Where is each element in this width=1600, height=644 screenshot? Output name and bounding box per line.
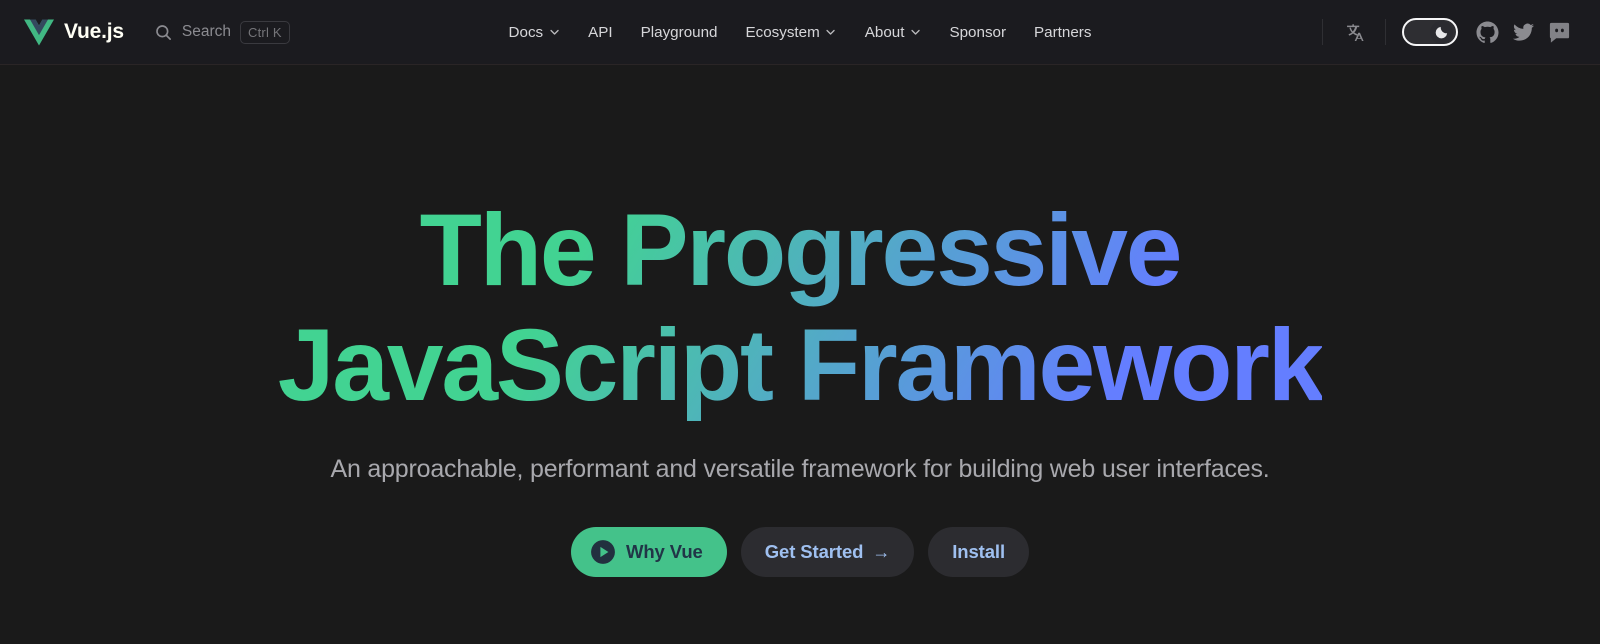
nav-item-about[interactable]: About [851,12,936,52]
navbar-left-cluster: Vue.js Search Ctrl K [24,17,290,48]
brand-name: Vue.js [64,20,124,43]
moon-icon [1430,21,1453,44]
nav-item-partners[interactable]: Partners [1020,12,1105,52]
github-icon[interactable] [1470,15,1504,49]
hero-title-line-2: JavaScript Framework [277,308,1323,423]
install-button[interactable]: Install [928,526,1030,577]
nav-item-label: Partners [1034,23,1092,41]
navbar-right-cluster [1308,15,1576,49]
nav-item-label: Ecosystem [745,23,820,41]
search-label: Search [181,23,232,40]
install-label: Install [952,540,1006,562]
get-started-button[interactable]: Get Started → [740,526,915,577]
vue-logo-icon [24,19,54,46]
site-header: Vue.js Search Ctrl K Docs API Playground [0,0,1600,65]
nav-item-label: Playground [640,23,718,41]
nav-item-label: API [588,23,613,41]
search-icon [154,23,173,42]
navbar-divider-2 [1385,19,1386,45]
chevron-down-icon [825,26,837,38]
nav-item-ecosystem[interactable]: Ecosystem [731,12,850,52]
chevron-down-icon [909,26,921,38]
nav-item-label: Docs [508,23,544,41]
social-links [1470,15,1576,49]
search-shortcut-badge: Ctrl K [240,20,290,44]
nav-item-docs[interactable]: Docs [495,12,575,52]
page-title: The Progressive JavaScript Framework [278,193,1323,424]
primary-navigation: Docs API Playground Ecosystem About Spon… [495,12,1106,52]
hero-section: The Progressive JavaScript Framework An … [0,65,1600,644]
nav-item-api[interactable]: API [574,12,626,52]
nav-item-playground[interactable]: Playground [627,12,732,52]
chevron-down-icon [548,26,560,38]
why-vue-label: Why Vue [625,540,703,562]
arrow-right-icon: → [872,541,891,562]
get-started-label: Get Started [764,540,864,562]
brand-home-link[interactable]: Vue.js [24,19,124,46]
hero-title-line-1: The Progressive [419,193,1181,307]
discord-icon[interactable] [1542,15,1576,49]
twitter-icon[interactable] [1506,15,1540,49]
nav-item-label: Sponsor [949,23,1007,41]
why-vue-button[interactable]: Why Vue [570,526,727,577]
translate-icon[interactable] [1337,15,1371,49]
hero-action-buttons: Why Vue Get Started → Install [570,526,1030,577]
play-icon [590,539,616,565]
nav-item-sponsor[interactable]: Sponsor [935,12,1020,52]
search-button[interactable]: Search Ctrl K [154,17,290,48]
theme-toggle-switch[interactable] [1402,18,1458,46]
nav-item-label: About [864,23,905,41]
hero-tagline: An approachable, performant and versatil… [330,454,1270,483]
navbar-divider-1 [1322,19,1323,45]
